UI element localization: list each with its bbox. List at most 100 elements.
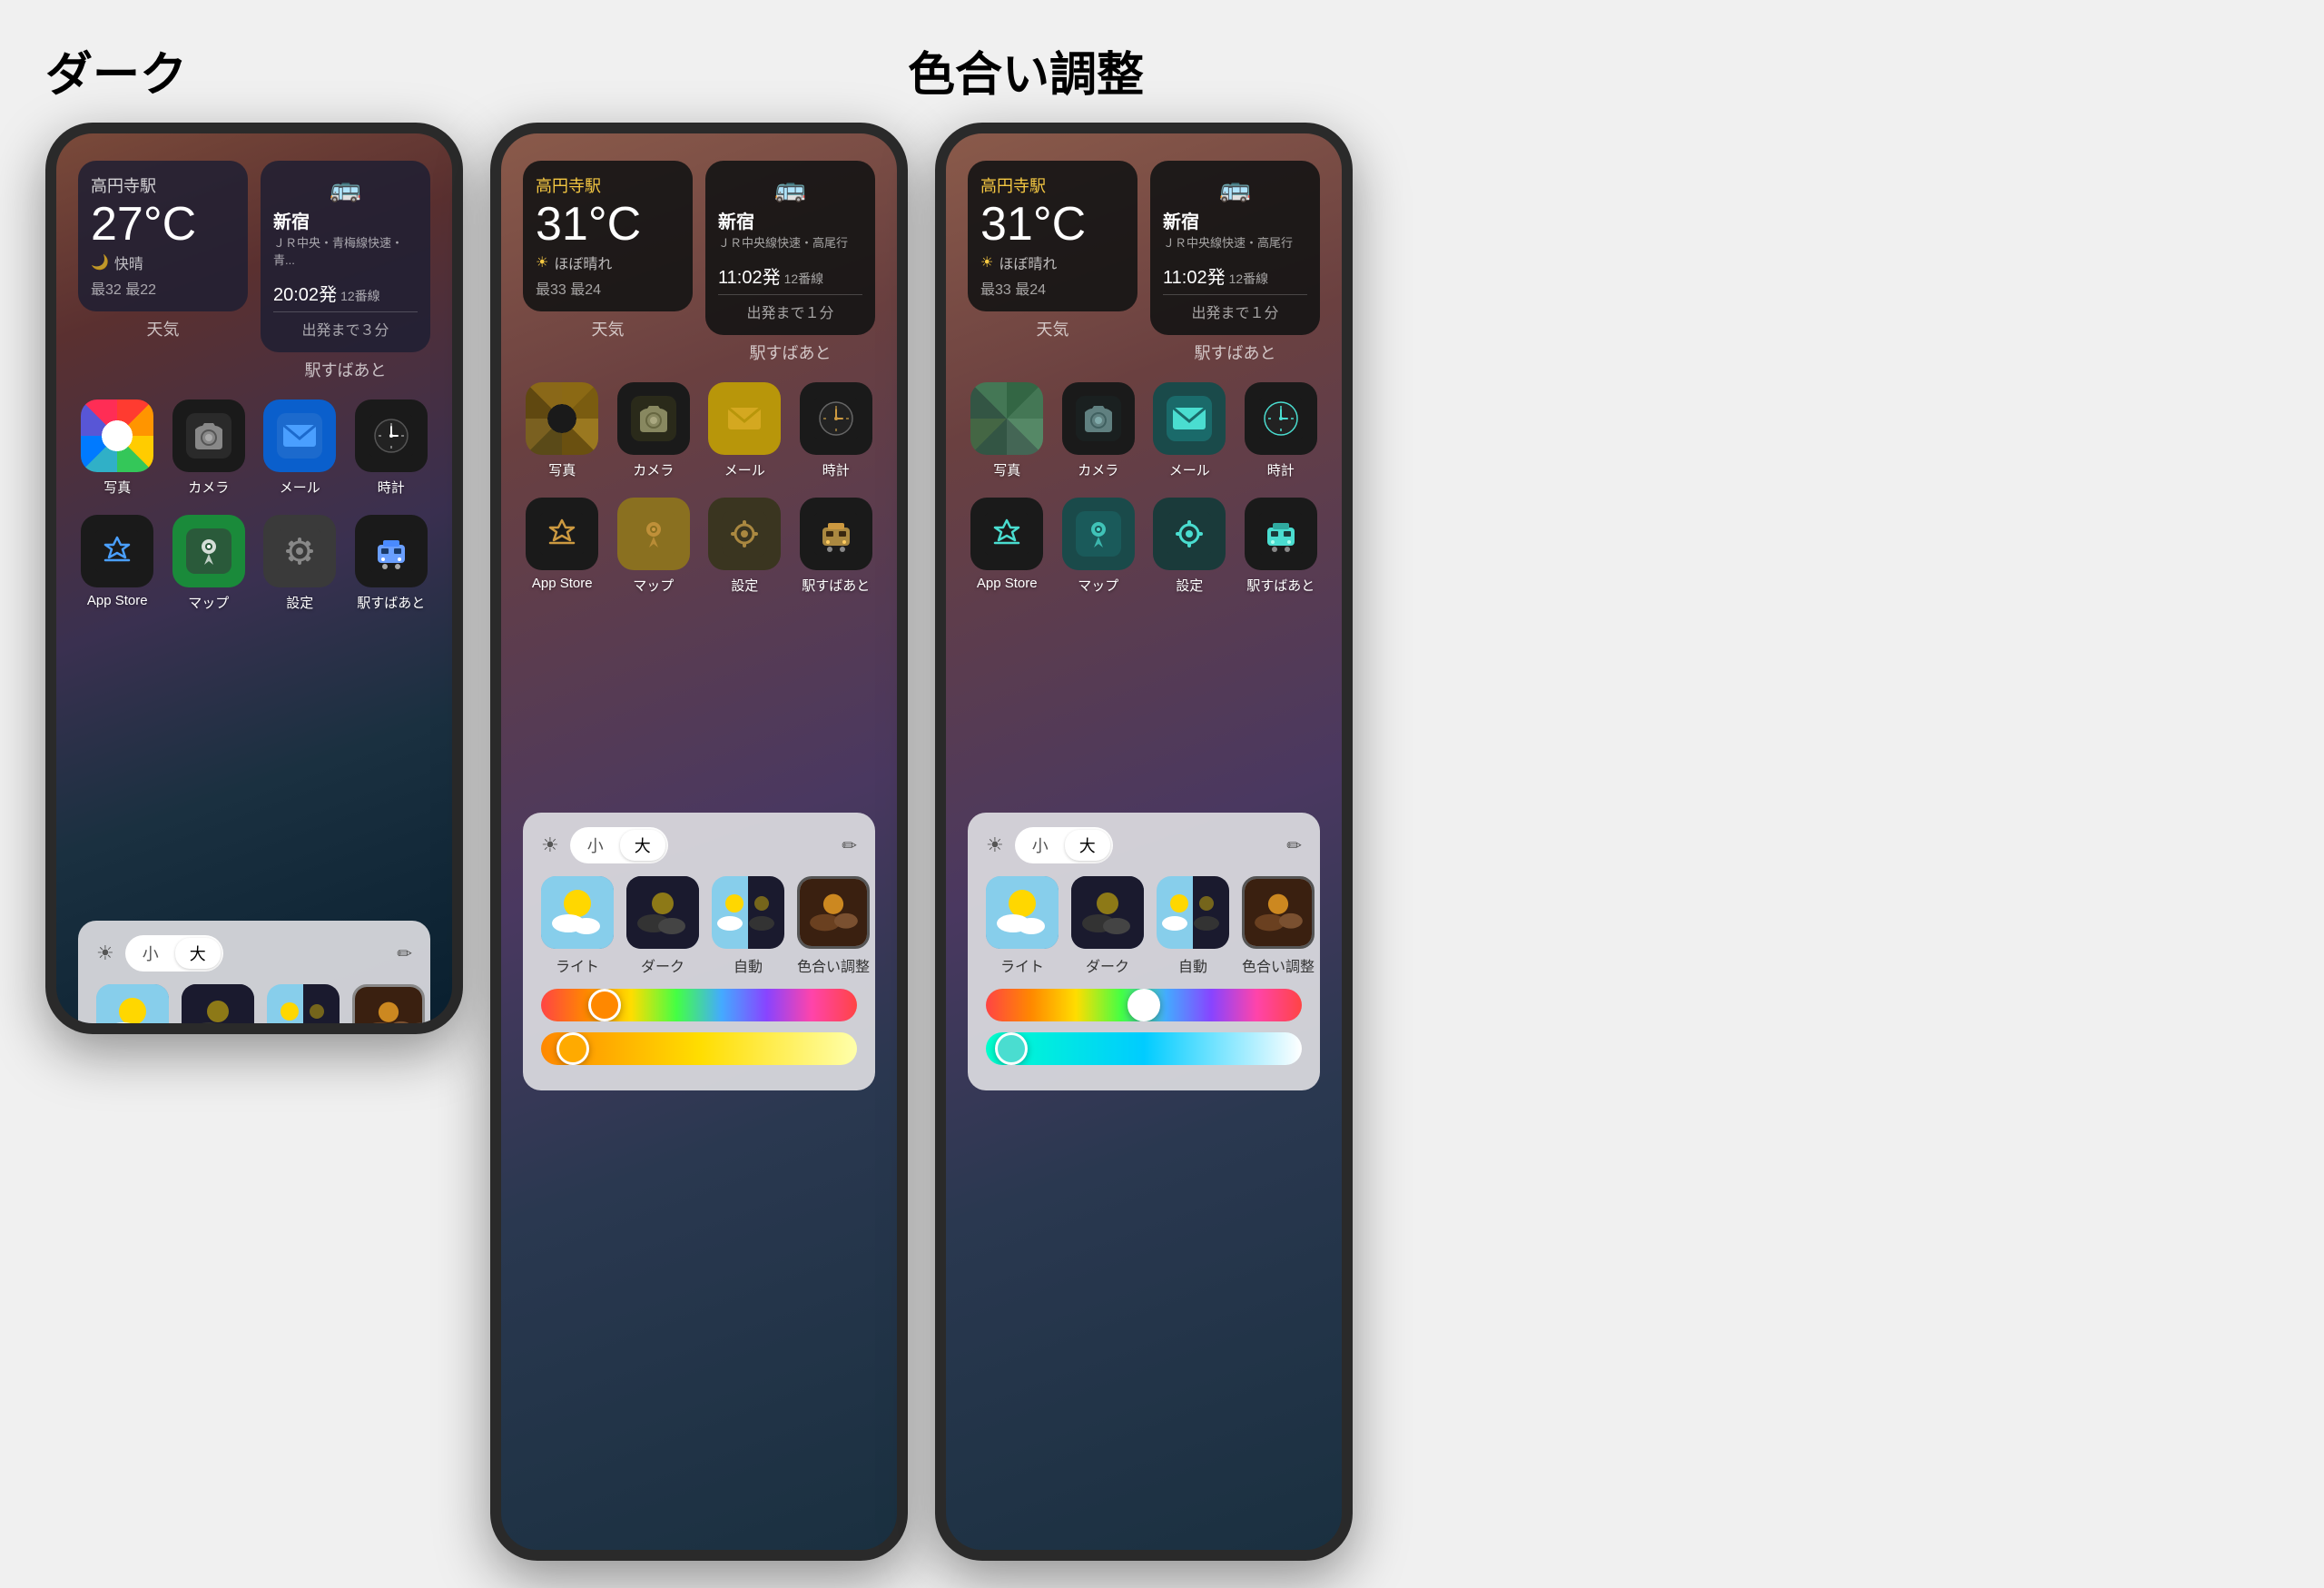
tint2-size-large[interactable]: 大 — [1065, 830, 1110, 861]
tint2-train-time: 11:02発 — [1163, 251, 1226, 291]
tint1-settings-label: 設定 — [731, 576, 758, 595]
dark-size-toggle: 小 大 — [125, 935, 223, 972]
tint1-theme-tint-preview — [797, 876, 870, 949]
tint1-theme-auto-preview — [712, 876, 784, 949]
dark-size-small[interactable]: 小 — [128, 938, 173, 969]
dark-app-photos[interactable]: 写真 — [78, 399, 157, 497]
tint1-app-photos[interactable]: 写真 — [523, 382, 602, 479]
tint1-rainbow-thumb[interactable] — [588, 989, 621, 1021]
tint1-weather-temp: 31°C — [536, 201, 680, 248]
tint2-camera-label: カメラ — [1078, 460, 1118, 479]
tint2-app-ekisubaato[interactable]: 駅すばあと — [1242, 498, 1321, 595]
tint1-rainbow-slider[interactable] — [541, 989, 857, 1021]
dark-app-clock[interactable]: 時計 — [352, 399, 431, 497]
tint2-theme-dark[interactable]: ダーク — [1071, 876, 1144, 976]
dark-app-camera[interactable]: カメラ — [170, 399, 249, 497]
tint1-theme-dark[interactable]: ダーク — [626, 876, 699, 976]
tint2-cool-slider[interactable] — [986, 1032, 1302, 1065]
tint2-app-settings[interactable]: 設定 — [1150, 498, 1229, 595]
section-headers: ダーク 色合い調整 — [45, 36, 2279, 104]
dark-app-ekisubaato[interactable]: 駅すばあと — [352, 515, 431, 612]
tint1-app-ekisubaato[interactable]: 駅すばあと — [797, 498, 876, 595]
dark-app-settings[interactable]: 設定 — [261, 515, 340, 612]
tint2-app-appstore[interactable]: App Store — [968, 498, 1047, 595]
dark-empty-space — [78, 630, 430, 921]
dark-theme-dark[interactable]: ダーク — [182, 984, 254, 1023]
dark-ekisubaato-label: 駅すばあと — [357, 593, 425, 612]
dark-widgets-row: 高円寺駅 27°C 🌙 快晴 最32 最22 — [78, 161, 430, 381]
dark-train-departure: 出発まで３分 — [273, 311, 418, 340]
dark-app-appstore[interactable]: App Store — [78, 515, 157, 612]
dark-theme-tint[interactable]: 色合い調整 — [352, 984, 425, 1023]
tint1-app-clock[interactable]: 時計 — [797, 382, 876, 479]
dark-size-large[interactable]: 大 — [175, 938, 221, 969]
tint1-eyedropper-icon[interactable]: ✏ — [842, 834, 857, 857]
tint1-camera-label: カメラ — [633, 460, 674, 479]
tint1-train-time: 11:02発 — [718, 251, 781, 291]
tint-phone2-frame: 高円寺駅 31°C ☀ ほぼ晴れ 最33 最24 — [935, 123, 1353, 1561]
tint1-app-mail[interactable]: メール — [705, 382, 784, 479]
tint2-rainbow-slider[interactable] — [986, 989, 1302, 1021]
tint2-app-mail[interactable]: メール — [1150, 382, 1229, 479]
tint2-train-dest: 新宿 — [1163, 207, 1307, 233]
dark-weather-icon-row: 🌙 快晴 — [91, 252, 235, 273]
tint1-app-appstore[interactable]: App Store — [523, 498, 602, 595]
tint2-theme-tint-label: 色合い調整 — [1242, 954, 1315, 976]
dark-theme-light[interactable]: ライト — [96, 984, 169, 1023]
dark-camera-icon — [172, 399, 245, 472]
tint2-train-line: ＪＲ中央線快速・高尾行 — [1163, 233, 1307, 251]
tint-phone2-screen: 高円寺駅 31°C ☀ ほぼ晴れ 最33 最24 — [946, 133, 1342, 1550]
tint1-theme-auto[interactable]: 自動 — [712, 876, 784, 976]
tint2-app-camera[interactable]: カメラ — [1059, 382, 1138, 479]
tint1-theme-auto-label: 自動 — [734, 954, 763, 976]
tint2-theme-light[interactable]: ライト — [986, 876, 1059, 976]
tint1-theme-light[interactable]: ライト — [541, 876, 614, 976]
tint1-warm-thumb[interactable] — [556, 1032, 589, 1065]
phones-row: 高円寺駅 27°C 🌙 快晴 最32 最22 — [45, 123, 2279, 1561]
tint2-app-grid-row2: App Store — [968, 498, 1320, 595]
theme-tint-preview — [352, 984, 425, 1023]
tint1-app-settings[interactable]: 設定 — [705, 498, 784, 595]
tint1-app-grid-row2: App Store — [523, 498, 875, 595]
tint1-app-camera[interactable]: カメラ — [615, 382, 694, 479]
tint2-maps-icon — [1062, 498, 1135, 570]
dark-train-line: ＪＲ中央・青梅線快速・青... — [273, 233, 418, 268]
tint2-theme-tint[interactable]: 色合い調整 — [1242, 876, 1315, 976]
tint1-app-maps[interactable]: マップ — [615, 498, 694, 595]
tint2-settings-label: 設定 — [1176, 576, 1203, 595]
tint1-settings-icon — [708, 498, 781, 570]
dark-theme-auto[interactable]: 自動 — [267, 984, 340, 1023]
dark-train-label: 駅すばあと — [261, 358, 430, 381]
tint1-size-large[interactable]: 大 — [620, 830, 665, 861]
tint2-app-clock[interactable]: 時計 — [1242, 382, 1321, 479]
tint1-train-departure: 出発まで１分 — [718, 294, 862, 322]
camera-svg — [186, 413, 231, 459]
tint2-theme-auto[interactable]: 自動 — [1157, 876, 1229, 976]
dark-photos-label: 写真 — [103, 478, 131, 497]
tint2-brightness-icon: ☀ — [986, 833, 1004, 857]
tint2-theme-tint-preview — [1242, 876, 1315, 949]
tint2-cool-thumb[interactable] — [995, 1032, 1028, 1065]
tint2-size-small[interactable]: 小 — [1018, 830, 1063, 861]
tint1-theme-tint[interactable]: 色合い調整 — [797, 876, 870, 976]
tint-phone2-content: 高円寺駅 31°C ☀ ほぼ晴れ 最33 最24 — [946, 133, 1342, 1090]
dark-maps-label: マップ — [188, 593, 229, 612]
tint1-empty-space — [523, 613, 875, 813]
tint2-app-photos[interactable]: 写真 — [968, 382, 1047, 479]
tint2-eyedropper-icon[interactable]: ✏ — [1286, 834, 1302, 857]
tint1-weather-icon-row: ☀ ほぼ晴れ — [536, 252, 680, 273]
eyedropper-icon[interactable]: ✏ — [397, 942, 412, 965]
tint2-weather-minmax: 最33 最24 — [980, 277, 1125, 299]
tint2-app-maps[interactable]: マップ — [1059, 498, 1138, 595]
tint1-train-track: 12番線 — [784, 270, 824, 288]
dark-app-mail[interactable]: メール — [261, 399, 340, 497]
tint1-brightness-icon: ☀ — [541, 833, 559, 857]
tint1-theme-dark-label: ダーク — [641, 954, 684, 976]
tint2-ekisubaato-label: 駅すばあと — [1246, 576, 1315, 595]
dark-app-maps[interactable]: マップ — [170, 515, 249, 612]
dark-phone-content: 高円寺駅 27°C 🌙 快晴 最32 最22 — [56, 133, 452, 1023]
tint1-warm-slider[interactable] — [541, 1032, 857, 1065]
tint1-size-small[interactable]: 小 — [573, 830, 618, 861]
tint2-theme-icons-row: ライト — [986, 876, 1302, 976]
tint2-rainbow-thumb[interactable] — [1128, 989, 1160, 1021]
